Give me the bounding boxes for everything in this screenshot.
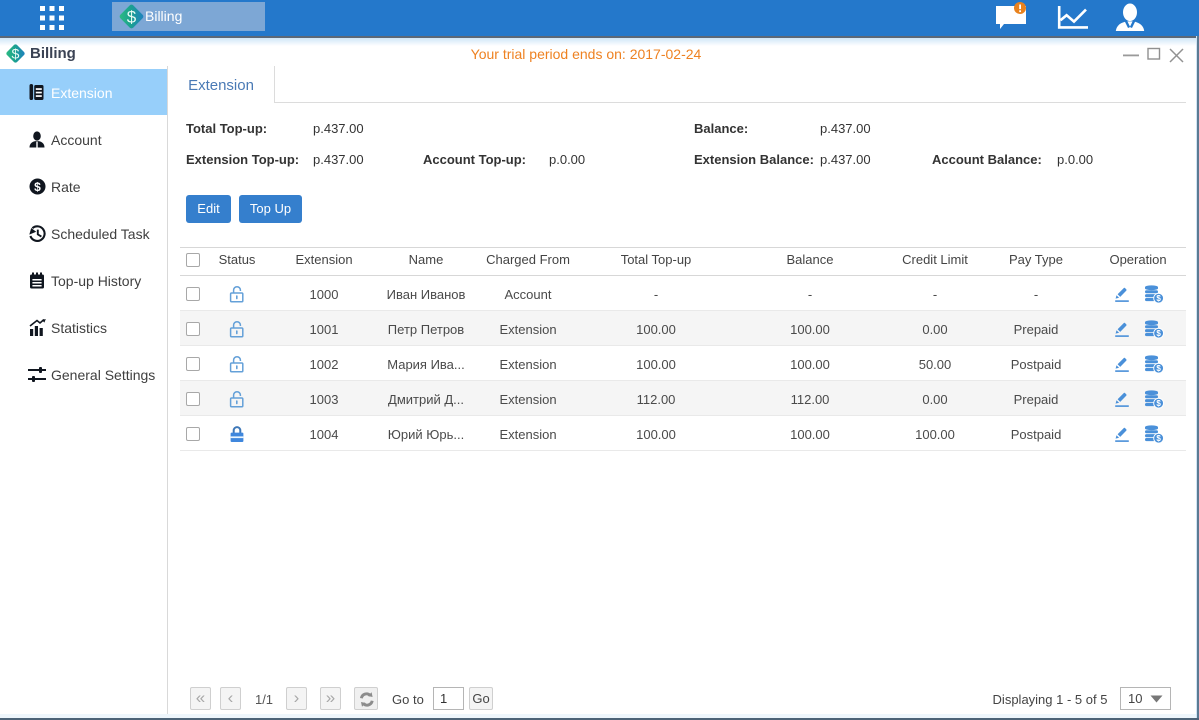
svg-text:$: $ — [1156, 364, 1161, 373]
svg-text:$: $ — [1156, 434, 1161, 443]
svg-text:$: $ — [1156, 399, 1161, 408]
svg-text:$: $ — [12, 47, 20, 63]
svg-text:$: $ — [34, 180, 41, 194]
svg-text:$: $ — [1156, 329, 1161, 338]
svg-text:$: $ — [1156, 294, 1161, 303]
svg-text:$: $ — [127, 8, 137, 27]
